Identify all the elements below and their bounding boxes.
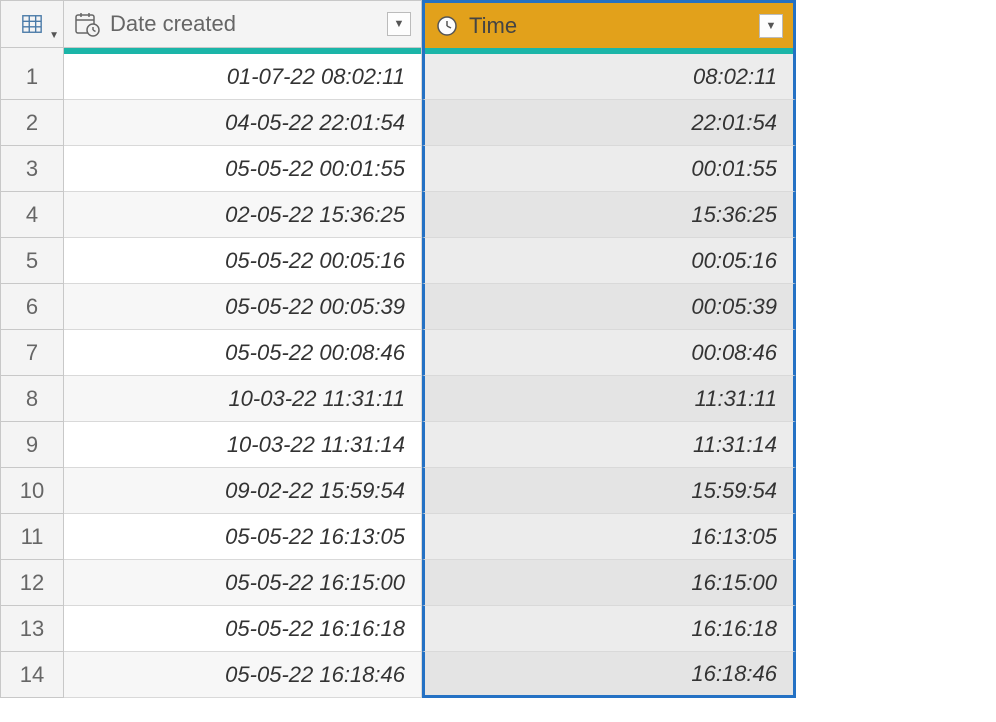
cell-date-created[interactable]: 05-05-22 00:05:16 [64, 238, 422, 284]
table-row[interactable]: 402-05-22 15:36:2515:36:25 [0, 192, 996, 238]
calendar-clock-icon [74, 11, 100, 37]
column-label: Date created [110, 11, 387, 37]
table-corner-cell[interactable]: ▼ [0, 0, 64, 48]
table-icon [21, 13, 43, 35]
cell-time[interactable]: 15:36:25 [422, 192, 796, 238]
table-row[interactable]: 910-03-22 11:31:1411:31:14 [0, 422, 996, 468]
row-number-cell[interactable]: 8 [0, 376, 64, 422]
cell-date-created[interactable]: 04-05-22 22:01:54 [64, 100, 422, 146]
cell-date-created[interactable]: 05-05-22 16:18:46 [64, 652, 422, 698]
cell-date-created[interactable]: 05-05-22 16:13:05 [64, 514, 422, 560]
chevron-down-icon: ▼ [49, 30, 59, 41]
row-number-cell[interactable]: 1 [0, 54, 64, 100]
row-number-cell[interactable]: 5 [0, 238, 64, 284]
cell-time[interactable]: 00:08:46 [422, 330, 796, 376]
row-number-cell[interactable]: 6 [0, 284, 64, 330]
column-filter-dropdown[interactable]: ▼ [387, 12, 411, 36]
cell-time[interactable]: 08:02:11 [422, 54, 796, 100]
row-number-cell[interactable]: 12 [0, 560, 64, 606]
row-number-cell[interactable]: 14 [0, 652, 64, 698]
row-number-cell[interactable]: 7 [0, 330, 64, 376]
cell-time[interactable]: 00:05:39 [422, 284, 796, 330]
chevron-down-icon: ▼ [766, 20, 777, 32]
table-row[interactable]: 1205-05-22 16:15:0016:15:00 [0, 560, 996, 606]
cell-time[interactable]: 16:16:18 [422, 606, 796, 652]
chevron-down-icon: ▼ [394, 18, 405, 30]
cell-time[interactable]: 11:31:11 [422, 376, 796, 422]
column-header-date-created[interactable]: Date created ▼ [64, 0, 422, 48]
table-row[interactable]: 1305-05-22 16:16:1816:16:18 [0, 606, 996, 652]
cell-date-created[interactable]: 05-05-22 00:08:46 [64, 330, 422, 376]
table-row[interactable]: 505-05-22 00:05:1600:05:16 [0, 238, 996, 284]
table-row[interactable]: 204-05-22 22:01:5422:01:54 [0, 100, 996, 146]
table-row[interactable]: 705-05-22 00:08:4600:08:46 [0, 330, 996, 376]
table-row[interactable]: 1105-05-22 16:13:0516:13:05 [0, 514, 996, 560]
table-row[interactable]: 305-05-22 00:01:5500:01:55 [0, 146, 996, 192]
row-number-cell[interactable]: 10 [0, 468, 64, 514]
cell-date-created[interactable]: 01-07-22 08:02:11 [64, 54, 422, 100]
cell-time[interactable]: 00:01:55 [422, 146, 796, 192]
table-row[interactable]: 605-05-22 00:05:3900:05:39 [0, 284, 996, 330]
cell-time[interactable]: 00:05:16 [422, 238, 796, 284]
cell-date-created[interactable]: 10-03-22 11:31:11 [64, 376, 422, 422]
cell-time[interactable]: 16:15:00 [422, 560, 796, 606]
table-body: 101-07-22 08:02:1108:02:11204-05-22 22:0… [0, 54, 996, 698]
row-number-cell[interactable]: 13 [0, 606, 64, 652]
column-filter-dropdown[interactable]: ▼ [759, 14, 783, 38]
table-row[interactable]: 810-03-22 11:31:1111:31:11 [0, 376, 996, 422]
column-header-time[interactable]: Time ▼ [422, 0, 796, 48]
cell-time[interactable]: 11:31:14 [422, 422, 796, 468]
table-row[interactable]: 1405-05-22 16:18:4616:18:46 [0, 652, 996, 698]
cell-date-created[interactable]: 10-03-22 11:31:14 [64, 422, 422, 468]
cell-time[interactable]: 16:18:46 [422, 652, 796, 698]
cell-date-created[interactable]: 05-05-22 16:15:00 [64, 560, 422, 606]
table-row[interactable]: 1009-02-22 15:59:5415:59:54 [0, 468, 996, 514]
header-row: ▼ Date created ▼ [0, 0, 996, 48]
row-number-cell[interactable]: 4 [0, 192, 64, 238]
cell-date-created[interactable]: 09-02-22 15:59:54 [64, 468, 422, 514]
table-row[interactable]: 101-07-22 08:02:1108:02:11 [0, 54, 996, 100]
cell-date-created[interactable]: 05-05-22 16:16:18 [64, 606, 422, 652]
cell-date-created[interactable]: 05-05-22 00:05:39 [64, 284, 422, 330]
row-number-cell[interactable]: 2 [0, 100, 64, 146]
row-number-cell[interactable]: 11 [0, 514, 64, 560]
data-table: ▼ Date created ▼ [0, 0, 996, 698]
cell-date-created[interactable]: 05-05-22 00:01:55 [64, 146, 422, 192]
cell-time[interactable]: 22:01:54 [422, 100, 796, 146]
row-number-cell[interactable]: 9 [0, 422, 64, 468]
row-number-cell[interactable]: 3 [0, 146, 64, 192]
cell-time[interactable]: 16:13:05 [422, 514, 796, 560]
cell-date-created[interactable]: 02-05-22 15:36:25 [64, 192, 422, 238]
cell-time[interactable]: 15:59:54 [422, 468, 796, 514]
column-label: Time [469, 13, 759, 39]
clock-icon [435, 14, 459, 38]
